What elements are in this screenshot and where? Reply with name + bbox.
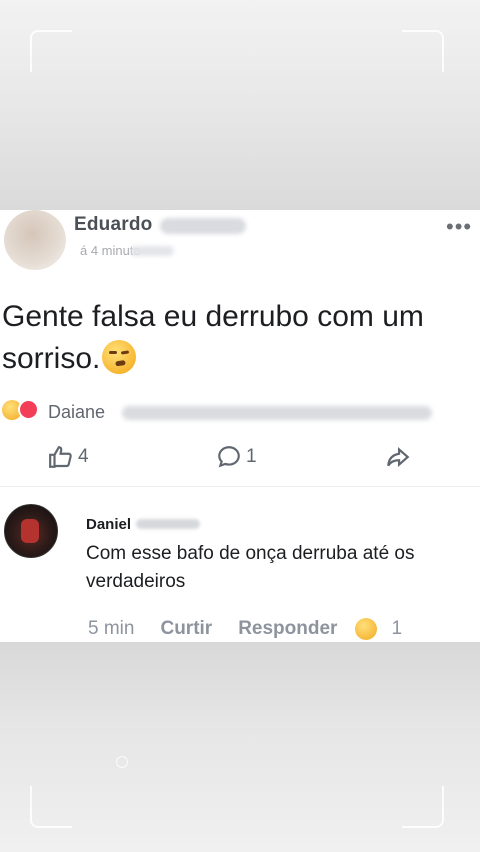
post-timestamp-blurred — [130, 246, 174, 256]
share-icon — [387, 447, 410, 467]
like-button[interactable]: 4 — [48, 444, 89, 470]
post-text-content: Gente falsa eu derrubo com um sorriso. — [2, 300, 424, 375]
comment-reaction-count[interactable]: 1 — [391, 618, 402, 640]
comment-meta: 5 min Curtir Responder 1 — [88, 618, 402, 640]
comment-author-surname-blurred — [136, 519, 200, 529]
post-action-bar: 4 1 — [0, 444, 480, 474]
comment-count: 1 — [246, 446, 257, 467]
post-author-name[interactable]: Eduardo — [74, 214, 152, 236]
haha-reaction-icon — [355, 618, 378, 640]
frame-corner-top-right — [402, 30, 444, 72]
record-dot-icon — [116, 756, 128, 768]
divider — [0, 486, 480, 487]
like-count: 4 — [78, 446, 89, 467]
smirk-emoji-icon — [102, 340, 137, 374]
comment-like-button[interactable]: Curtir — [160, 618, 212, 640]
comment-icon — [218, 446, 240, 468]
reaction-names-blurred — [122, 406, 432, 420]
more-options-icon[interactable]: ••• — [446, 214, 472, 240]
post-card: Eduardo á 4 minuto ••• Gente falsa eu de… — [0, 210, 480, 642]
post-author-avatar[interactable] — [4, 210, 66, 270]
comment-author-name[interactable]: Daniel — [86, 516, 131, 533]
share-button[interactable] — [384, 444, 412, 470]
post-text: Gente falsa eu derrubo com um sorriso. — [2, 296, 472, 380]
comment-author-avatar[interactable] — [4, 504, 58, 558]
frame-corner-bottom-right — [402, 786, 444, 828]
comment-button[interactable]: 1 — [216, 444, 257, 470]
post-author-surname-blurred — [160, 218, 246, 234]
thumbs-up-icon — [49, 446, 72, 468]
love-reaction-icon — [18, 399, 39, 420]
frame-corner-bottom-left — [30, 786, 72, 828]
frame-corner-top-left — [30, 30, 72, 72]
reaction-names[interactable]: Daiane — [48, 402, 105, 423]
comment-timestamp[interactable]: 5 min — [88, 618, 134, 640]
comment-reply-button[interactable]: Responder — [238, 618, 337, 640]
comment-text: Com esse bafo de onça derruba até os ver… — [86, 543, 415, 592]
